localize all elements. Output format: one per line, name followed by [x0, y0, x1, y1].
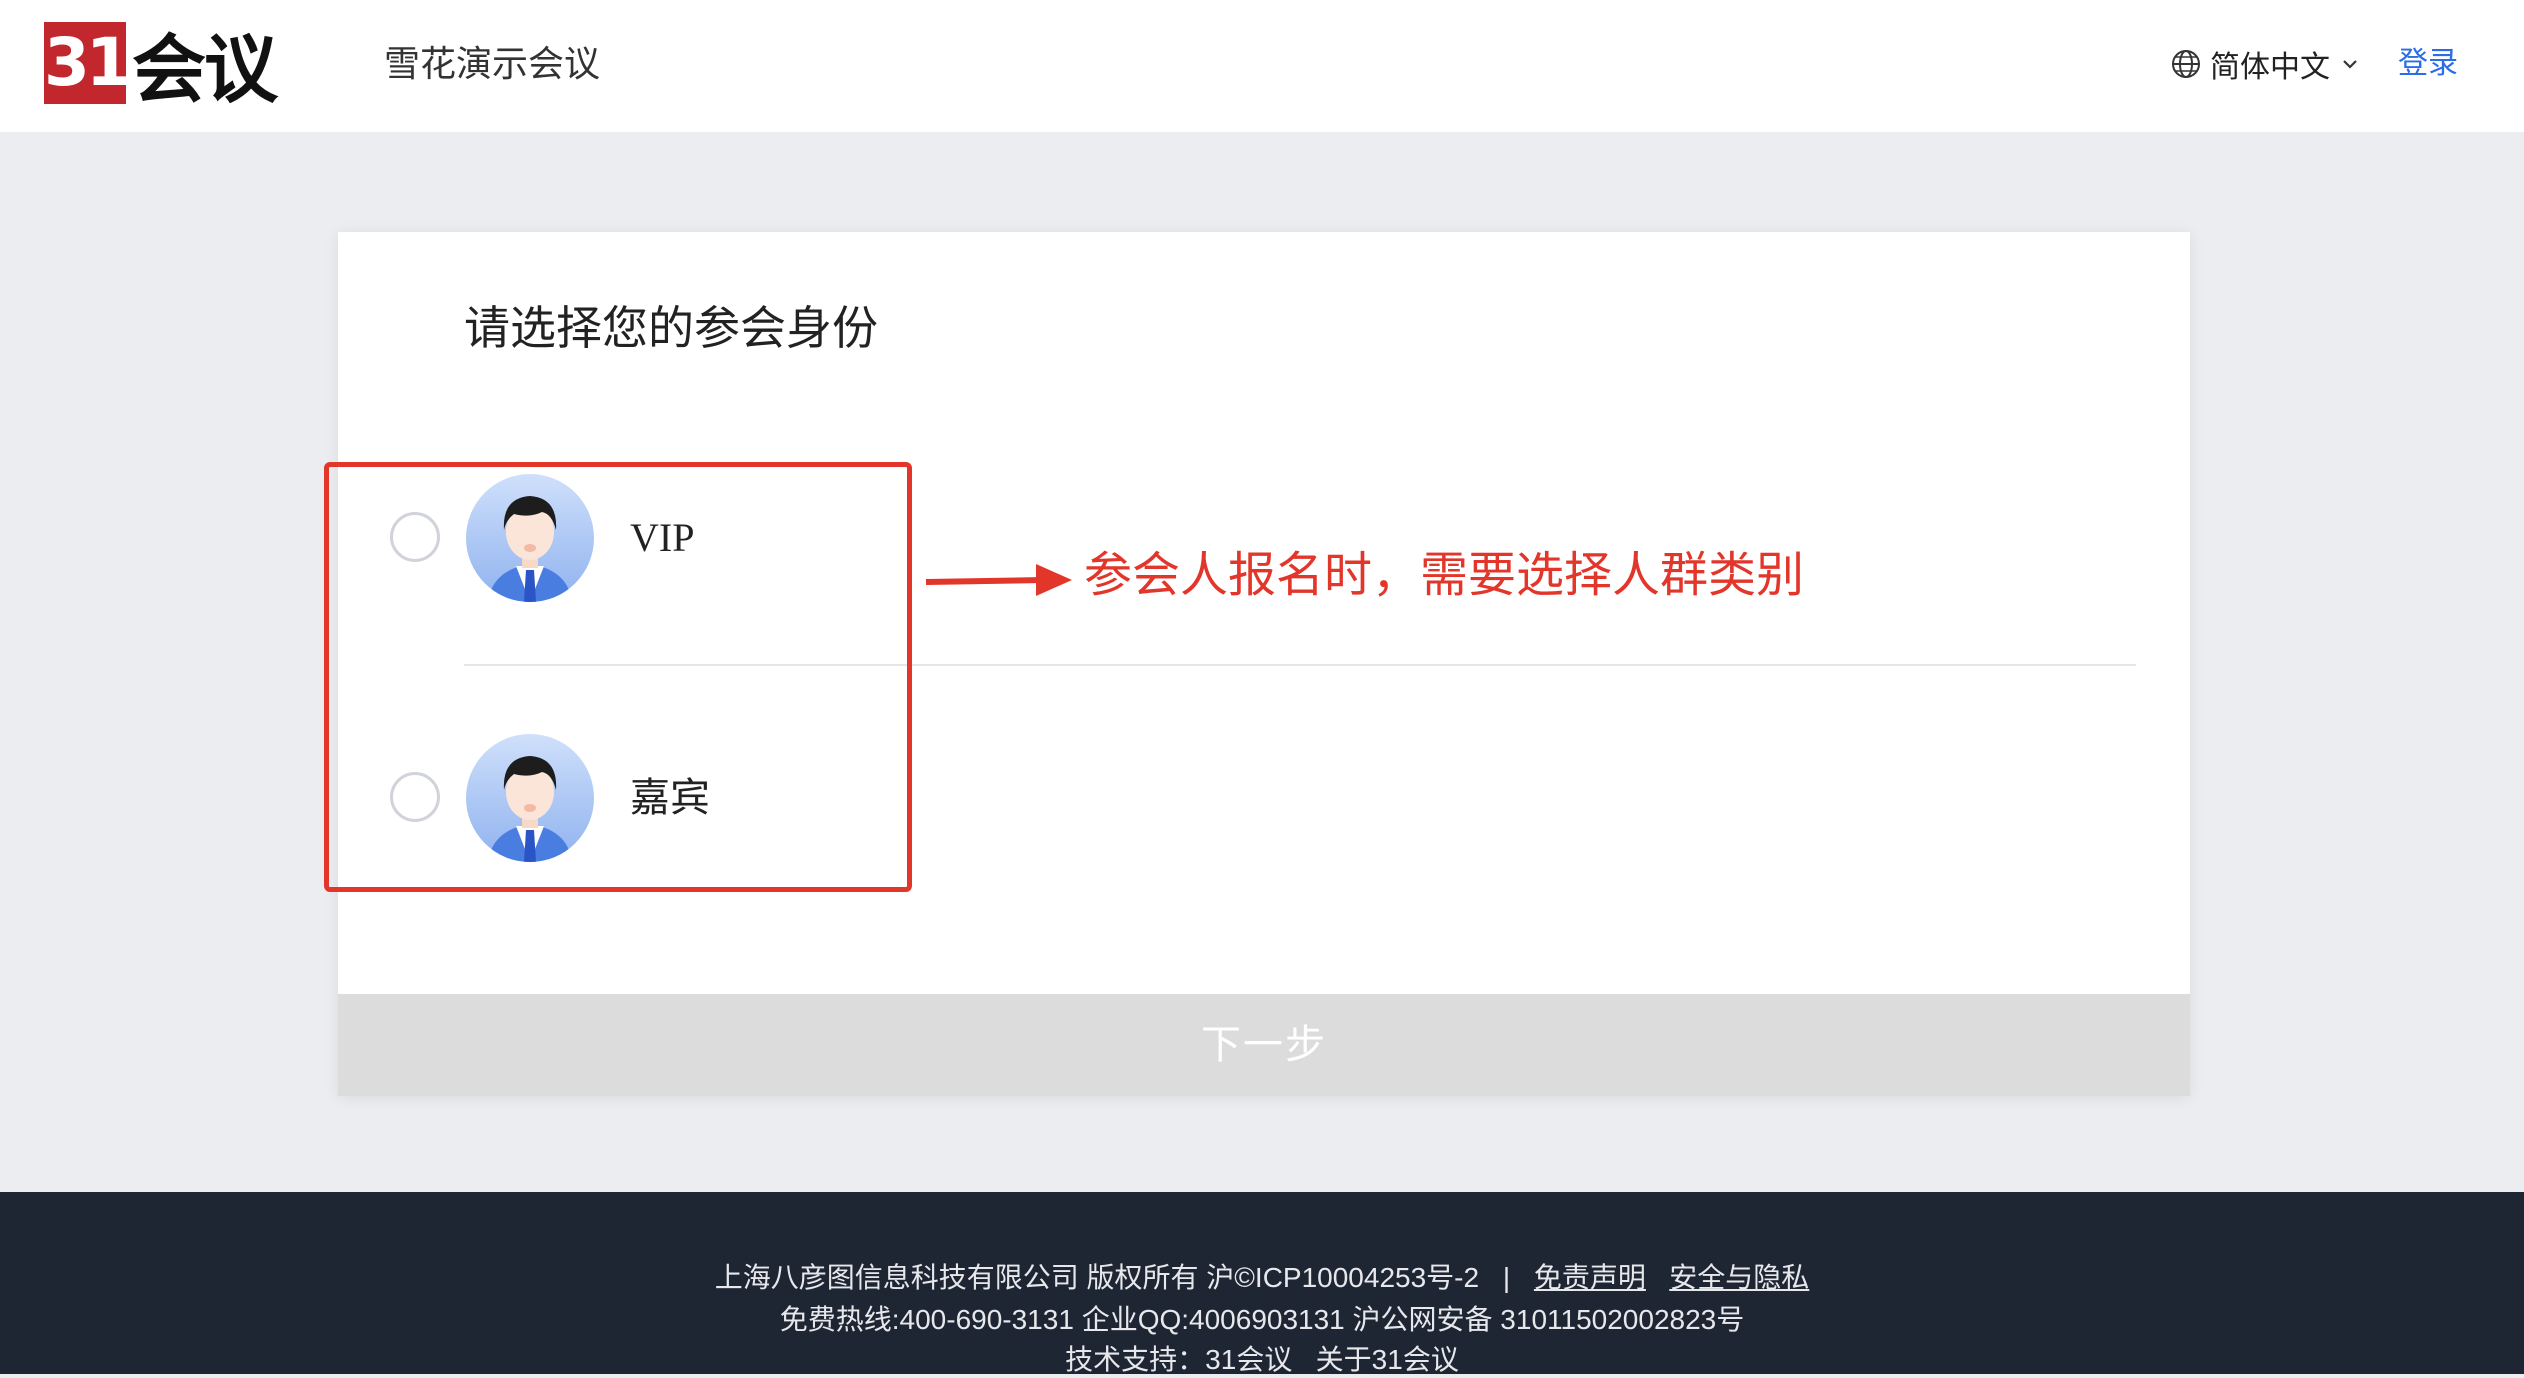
globe-icon — [2172, 50, 2200, 78]
footer-separator: | — [1502, 1262, 1511, 1293]
support-link[interactable]: 技术支持：31会议 — [1065, 1344, 1292, 1375]
page-footer: 上海八彦图信息科技有限公司 版权所有 沪©ICP10004253号-2 | 免责… — [0, 1192, 2524, 1375]
top-header: 31 会议 雪花演示会议 简体中文 登录 — [0, 0, 2524, 132]
annotation-highlight-box — [324, 462, 912, 892]
footer-police: 沪公网安备 31011502002823号 — [1352, 1304, 1745, 1335]
language-label: 简体中文 — [2210, 51, 2330, 84]
card-title: 请选择您的参会身份 — [464, 301, 878, 355]
privacy-link[interactable]: 安全与隐私 — [1669, 1262, 1809, 1293]
site-title: 雪花演示会议 — [384, 43, 601, 84]
about-link[interactable]: 关于31会议 — [1316, 1344, 1459, 1375]
login-link[interactable]: 登录 — [2398, 42, 2458, 86]
footer-hotline: 免费热线:400-690-3131 — [779, 1304, 1074, 1335]
footer-line-3: 技术支持：31会议 关于31会议 — [0, 1342, 2524, 1378]
footer-line-2: 免费热线:400-690-3131 企业QQ:4006903131 沪公网安备 … — [0, 1302, 2524, 1338]
logo[interactable]: 31 会议 — [44, 22, 278, 113]
footer-company: 上海八彦图信息科技有限公司 版权所有 沪©ICP10004253号-2 — [714, 1262, 1480, 1293]
annotation-arrow-icon — [925, 564, 1072, 596]
logo-mark: 31 — [44, 22, 132, 104]
disclaimer-link[interactable]: 免责声明 — [1534, 1262, 1646, 1293]
footer-line-1: 上海八彦图信息科技有限公司 版权所有 沪©ICP10004253号-2 | 免责… — [0, 1260, 2524, 1296]
language-selector[interactable]: 简体中文 — [2170, 42, 2368, 86]
next-step-button[interactable]: 下一步 — [338, 994, 2190, 1096]
annotation-text: 参会人报名时，需要选择人群类别 — [1084, 549, 1805, 602]
chevron-down-icon — [2343, 60, 2357, 69]
logo-text: 会议 — [132, 26, 278, 113]
footer-qq: 企业QQ:4006903131 — [1081, 1304, 1345, 1335]
